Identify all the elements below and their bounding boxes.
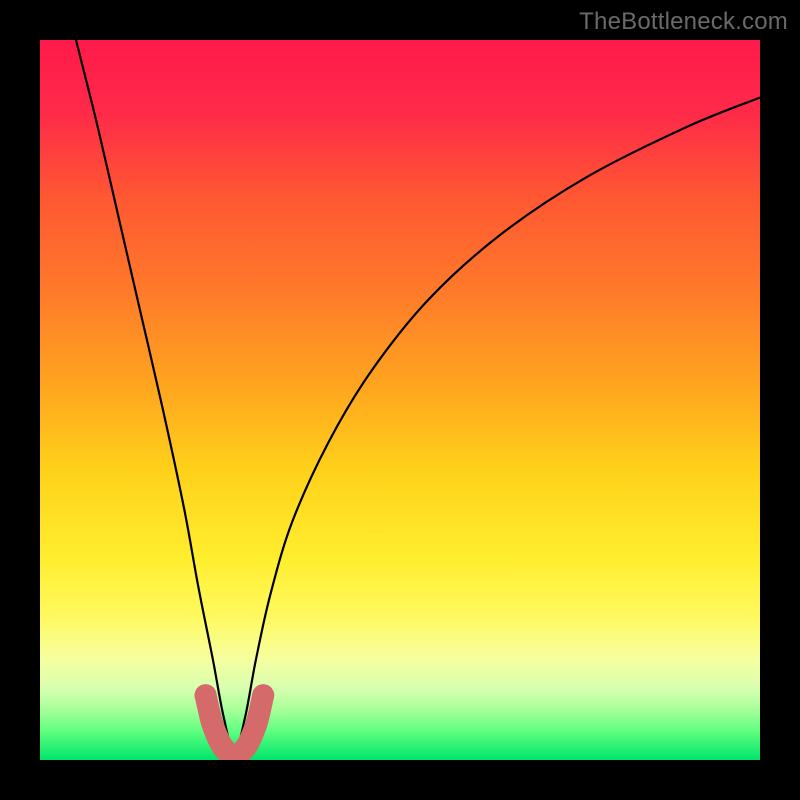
plot-area [40,40,760,760]
chart-frame: TheBottleneck.com [0,0,800,800]
valley-highlight-dots [195,684,275,706]
valley-end-dot [195,684,217,706]
curve-layer [40,40,760,760]
valley-end-dot [252,684,274,706]
watermark-text: TheBottleneck.com [579,8,788,36]
bottleneck-curve [76,40,760,753]
valley-highlight [206,695,264,755]
